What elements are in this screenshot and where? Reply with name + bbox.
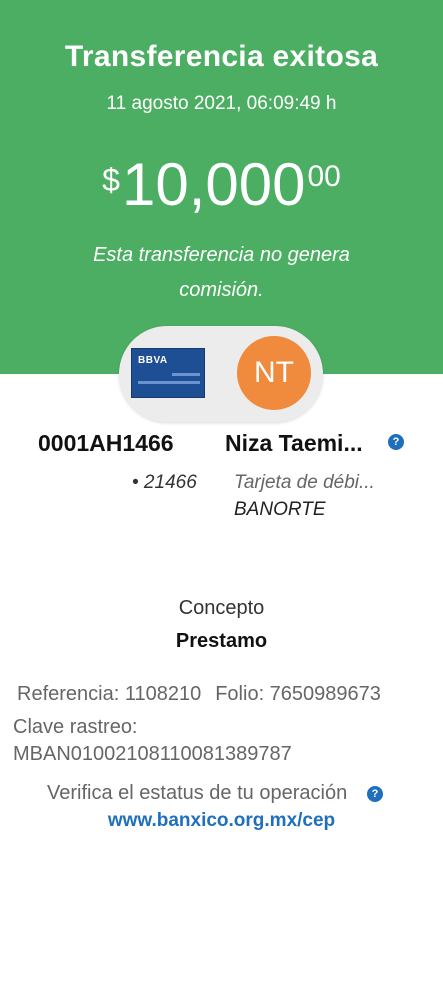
bank-logo-text: BBVA <box>138 355 168 366</box>
tracking-key-label: Clave rastreo: <box>13 716 138 738</box>
success-header: Transferencia exitosa 11 agosto 2021, 06… <box>0 0 443 374</box>
tracking-key-value: MBAN01002108110081389787 <box>13 743 292 765</box>
reference-line: Referencia: 1108210 Folio: 7650989673 <box>17 683 381 706</box>
card-stripe <box>172 373 200 376</box>
verify-help-icon[interactable]: ? <box>367 786 383 802</box>
recipient-name: Niza Taemi... <box>225 430 363 456</box>
verify-status-text: Verifica el estatus de tu operación <box>47 782 348 804</box>
origin-card-icon: BBVA <box>131 348 205 398</box>
recipient-bank: BANORTE <box>234 499 326 520</box>
concept-value: Prestamo <box>175 630 268 652</box>
amount-currency: $ <box>102 162 120 198</box>
amount-cents: 00 <box>307 160 341 193</box>
recipient-account-type: Tarjeta de débi... <box>234 472 375 493</box>
recipient-avatar: NT <box>237 336 311 410</box>
recipient-help-icon[interactable]: ? <box>388 434 404 450</box>
no-commission-note: Esta transferencia no genera comisión. <box>93 244 350 301</box>
folio-number: Folio: 7650989673 <box>215 683 381 705</box>
transfer-amount: $ 10,000 00 <box>0 152 443 218</box>
origin-last-digits: • 21466 <box>132 472 197 493</box>
banxico-link[interactable]: www.banxico.org.mx/cep <box>0 810 443 832</box>
amount-main: 10,000 <box>121 151 306 218</box>
transfer-parties-pill: BBVA NT <box>119 326 323 422</box>
card-stripe <box>138 381 200 384</box>
reference-number: Referencia: 1108210 <box>17 683 202 705</box>
page-title: Transferencia exitosa <box>64 40 379 73</box>
transfer-datetime: 11 agosto 2021, 06:09:49 h <box>106 93 337 114</box>
origin-account: 0001AH1466 <box>38 430 174 456</box>
concept-label: Concepto <box>178 597 265 619</box>
